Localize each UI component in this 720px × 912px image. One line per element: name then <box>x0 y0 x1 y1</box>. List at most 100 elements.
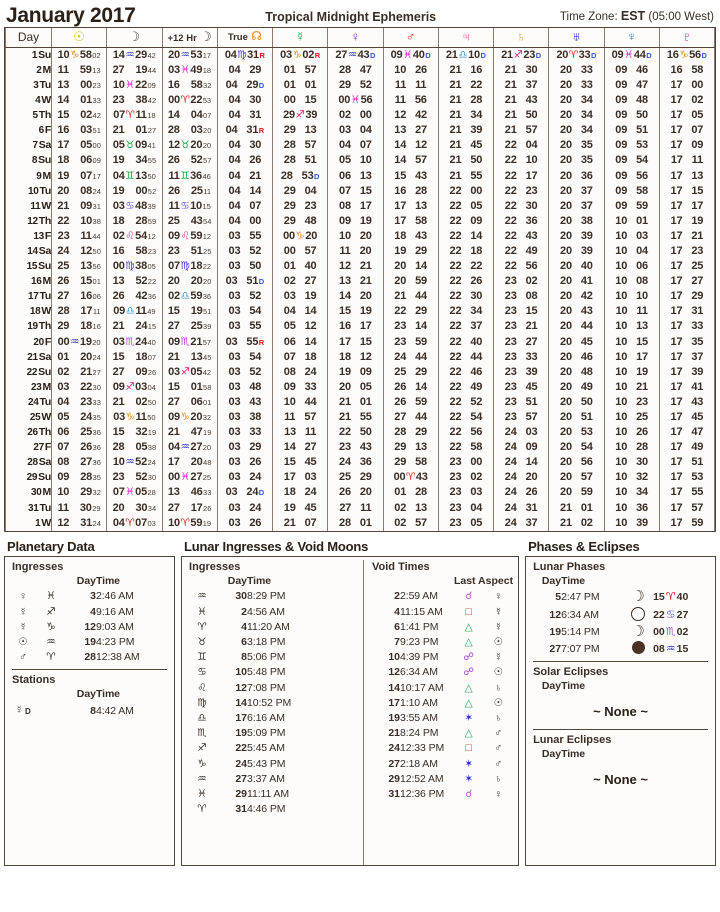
void-time: 2:18 AM <box>400 757 438 770</box>
neptune-cell: 10 08 <box>603 274 660 290</box>
neptune-cell: 09 54 <box>603 153 660 169</box>
table-row: 1W 12 31 24 04 ♈ 07 03 10 ♈ 59 19 03 26 21 07 28 01 02 57 23… <box>5 515 716 531</box>
uranus-cell: 20 56 <box>548 455 605 471</box>
phase-time: 6:34 AM <box>561 608 599 621</box>
mars-cell: 26 59 <box>382 395 439 411</box>
jupiter-cell: 23 00 <box>437 455 495 471</box>
list-item: 14 10:17 AM △ ♄ <box>370 680 513 695</box>
mars-cell: 18 43 <box>382 229 439 245</box>
mars-cell: 00 ♈ 43 <box>382 470 439 486</box>
jupiter-cell: 22 58 <box>437 440 495 456</box>
jupiter-cell: 21 39 <box>437 123 495 139</box>
neptune-cell: 09 50 <box>603 108 660 124</box>
mercury-icon: ☿ <box>19 605 27 618</box>
void-time: 6:34 AM <box>400 666 438 679</box>
moon-cell: 04 ♊ 13 50 <box>106 168 163 184</box>
uranus-cell: 20 50 <box>548 395 605 411</box>
table-row: 20F 00 ♒ 19 20 03 ♏ 24 40 09 ♏ 21 57 03 55 R 06 14 17 15 23 5… <box>5 334 716 350</box>
phases-panel: Phases & Eclipses Lunar Phases Day Time 5 2… <box>525 539 716 866</box>
moon-12hr-cell: 27 06 01 <box>161 395 218 411</box>
mars-cell: 20 14 <box>382 259 439 275</box>
table-row: 16M 26 15 01 13 52 22 20 20 20 03 51 D 02 27 13 21 20 59 22… <box>5 274 716 290</box>
moon-cell: 09 ♎ 11 49 <box>106 304 163 320</box>
saturn-cell: 24 09 <box>492 440 550 456</box>
moon-12hr-cell: 04 ♒ 27 20 <box>161 440 218 456</box>
venus-cell: 07 15 <box>327 183 384 199</box>
mercury-cell: 00 57 <box>271 244 329 260</box>
solar-time-header: Time <box>561 680 585 693</box>
phase-time: 5:14 PM <box>561 625 600 638</box>
mercury-cell: 29 48 <box>271 214 329 230</box>
lunar-ecl-day-header: Day <box>541 748 562 761</box>
lunar-ingress-day: 19 <box>235 727 248 740</box>
mars-cell: 24 44 <box>382 349 439 365</box>
list-item: 31 12:36 PM ☌ ♀ <box>370 787 513 802</box>
mercury-cell: 29 23 <box>271 198 329 215</box>
list-item: ♎ 17 6:16 AM <box>187 711 359 726</box>
sun-cell: 08 27 36 <box>50 455 108 471</box>
mars-icon: ♂ <box>494 757 503 770</box>
sun-cell: 00 ♒ 19 20 <box>50 334 108 350</box>
venus-cell: 27 11 <box>327 500 384 516</box>
true-node-cell: 03 38 <box>216 410 274 426</box>
jupiter-cell: 22 26 <box>437 274 495 290</box>
pluto-cell: 17 02 <box>658 93 716 109</box>
venus-cell: 03 04 <box>327 123 384 139</box>
pluto-cell: 17 41 <box>658 380 716 396</box>
mercury-cell: 04 14 <box>271 304 329 320</box>
pluto-cell: 17 45 <box>658 410 716 426</box>
ingress-day: 4 <box>90 605 96 618</box>
uranus-cell: 20 33 <box>548 63 605 79</box>
square-aspect-icon: □ <box>465 742 472 755</box>
moon-12hr-cell: 26 52 57 <box>161 153 218 169</box>
pluto-cell: 17 27 <box>658 274 716 290</box>
saturn-cell: 22 23 <box>492 183 550 199</box>
jupiter-cell: 22 18 <box>437 244 495 260</box>
sun-cell: 19 07 17 <box>50 168 108 184</box>
table-row: 25W 05 24 35 03 ♑ 11 50 09 ♑ 20 32 03 38 11 57 21 55 27 44 2… <box>5 410 716 426</box>
neptune-cell: 10 06 <box>603 259 660 275</box>
day-cell: 21Sa <box>5 349 52 365</box>
jupiter-cell: 22 40 <box>437 334 495 350</box>
sun-cell: 07 26 36 <box>50 440 108 456</box>
sun-cell: 16 03 51 <box>50 123 108 139</box>
sextile-aspect-icon: ✶ <box>464 757 474 770</box>
lunar-ingress-day: 14 <box>235 696 248 709</box>
neptune-cell: 10 17 <box>603 349 660 365</box>
lunar-ingress-time: 5:09 PM <box>247 727 286 740</box>
pluto-cell: 17 15 <box>658 183 716 199</box>
saturn-cell: 24 37 <box>492 515 550 531</box>
sun-cell: 20 08 24 <box>50 183 108 199</box>
day-header: Day <box>541 575 562 588</box>
saturn-cell: 22 56 <box>492 259 550 275</box>
ephemeris-table-header: Day ☉ ☽ +12 Hr ☽ True ☊ ☿ ♀ ♂ ♃ ♄ ♅ ♆ ♇ <box>5 28 716 48</box>
day-cell: 23M <box>5 380 52 396</box>
moon-cell: 04 ♈ 07 03 <box>106 515 163 531</box>
phase-day: 12 <box>549 608 562 621</box>
sun-icon: ☉ <box>493 636 503 649</box>
list-item: ☿ ♑ 12 9:03 AM <box>10 620 169 635</box>
mars-cell: 15 43 <box>382 168 439 184</box>
moon-cell: 21 02 50 <box>106 395 163 411</box>
uranus-cell: 20 37 <box>548 183 605 199</box>
saturn-cell: 24 03 <box>492 425 550 441</box>
moon-cell: 07 ♈ 11 18 <box>106 108 163 124</box>
moon-12hr-cell: 11 ♋ 10 15 <box>161 198 218 215</box>
moon-cell: 10 ♓ 22 09 <box>106 78 163 94</box>
mercury-icon: ☿ <box>494 620 503 633</box>
trine-aspect-icon: △ <box>464 620 473 633</box>
sun-cell: 27 16 06 <box>50 289 108 305</box>
day-cell: 10Tu <box>5 183 52 199</box>
moon-cell: 26 42 36 <box>106 289 163 305</box>
day-cell: 29Su <box>5 470 52 486</box>
time-header: Time <box>96 575 120 588</box>
true-node-cell: 04 21 <box>216 168 274 184</box>
list-item: 19 3:55 AM ✶ ♄ <box>370 711 513 726</box>
timezone-offset: (05:00 West) <box>648 11 714 23</box>
venus-cell: 23 43 <box>327 440 384 456</box>
pluto-cell: 17 35 <box>658 334 716 350</box>
sun-icon: ☉ <box>493 666 503 679</box>
neptune-cell: 10 36 <box>603 500 660 516</box>
venus-cell: 05 10 <box>327 153 384 169</box>
mars-cell: 14 57 <box>382 153 439 169</box>
